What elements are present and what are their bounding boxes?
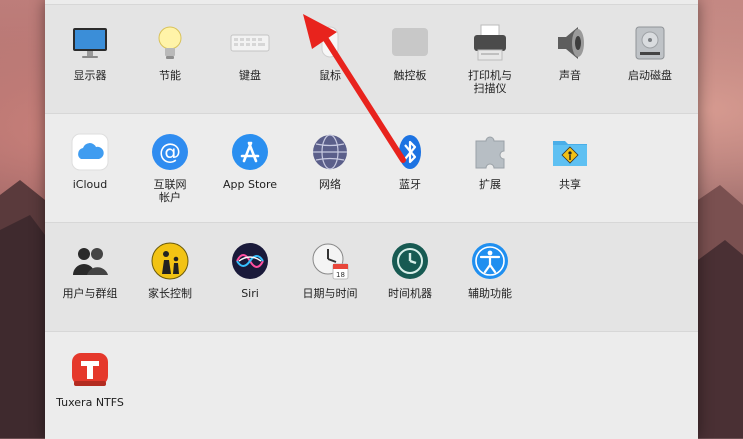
preferences-row-system: 用户与群组 家长控制 Siri 18 日期与时间 时间机器 辅助功能 (45, 222, 698, 331)
pref-pane-sharing[interactable]: 共享 (530, 120, 610, 191)
pref-pane-sound[interactable]: 声音 (530, 11, 610, 82)
pref-pane-display[interactable]: 显示器 (50, 11, 130, 82)
printer-icon (470, 23, 510, 63)
pref-pane-label: 蓝牙 (399, 178, 421, 191)
pref-pane-label: Siri (241, 287, 259, 300)
pref-pane-extensions[interactable]: 扩展 (450, 120, 530, 191)
pref-pane-startup-disk[interactable]: 启动磁盘 (610, 11, 690, 82)
globe-icon (310, 132, 350, 172)
pref-pane-label: 时间机器 (388, 287, 432, 300)
pref-pane-label: 节能 (159, 69, 181, 82)
clock-calendar-icon: 18 (310, 241, 350, 281)
pref-pane-label: 扩展 (479, 178, 501, 191)
system-preferences-window: 显示器 节能 键盘 鼠标 触控板 打印机与 扫描仪 声音 启动磁盘 iCloud @ 互联网 帐户… (45, 0, 698, 439)
sharing-folder-icon (550, 132, 590, 172)
parental-controls-icon (150, 241, 190, 281)
pref-pane-label: Tuxera NTFS (56, 396, 124, 409)
keyboard-icon (230, 23, 270, 63)
preferences-row-hardware: 显示器 节能 键盘 鼠标 触控板 打印机与 扫描仪 声音 启动磁盘 (45, 4, 698, 113)
pref-pane-label: 网络 (319, 178, 341, 191)
cloud-icon (70, 132, 110, 172)
mouse-icon (310, 23, 350, 63)
pref-pane-network[interactable]: 网络 (290, 120, 370, 191)
calendar-day-text: 18 (336, 271, 345, 279)
pref-pane-trackpad[interactable]: 触控板 (370, 11, 450, 82)
preferences-row-other: Tuxera NTFS (45, 331, 698, 439)
users-icon (70, 241, 110, 281)
pref-pane-label: 打印机与 扫描仪 (468, 69, 512, 95)
lightbulb-icon (150, 23, 190, 63)
pref-pane-icloud[interactable]: iCloud (50, 120, 130, 191)
pref-pane-date-time[interactable]: 18 日期与时间 (290, 229, 370, 300)
accessibility-icon (470, 241, 510, 281)
pref-pane-label: 键盘 (239, 69, 261, 82)
pref-pane-label: iCloud (72, 178, 108, 191)
pref-pane-label: 共享 (559, 178, 581, 191)
pref-pane-tuxera-ntfs[interactable]: Tuxera NTFS (50, 338, 130, 409)
pref-pane-mouse[interactable]: 鼠标 (290, 11, 370, 82)
pref-pane-users-groups[interactable]: 用户与群组 (50, 229, 130, 300)
pref-pane-label: App Store (222, 178, 278, 191)
pref-pane-label: 显示器 (73, 69, 107, 82)
pref-pane-label: 互联网 帐户 (153, 178, 187, 204)
pref-pane-label: 辅助功能 (468, 287, 512, 300)
pref-pane-bluetooth[interactable]: 蓝牙 (370, 120, 450, 191)
trackpad-icon (390, 23, 430, 63)
pref-pane-label: 鼠标 (319, 69, 341, 82)
pref-pane-label: 日期与时间 (302, 287, 358, 300)
tuxera-icon (70, 350, 110, 390)
hard-drive-icon (630, 23, 670, 63)
display-icon (70, 23, 110, 63)
siri-icon (230, 241, 270, 281)
pref-pane-app-store[interactable]: App Store (210, 120, 290, 191)
pref-pane-label: 用户与群组 (62, 287, 118, 300)
pref-pane-printers[interactable]: 打印机与 扫描仪 (450, 11, 530, 95)
pref-pane-parental-controls[interactable]: 家长控制 (130, 229, 210, 300)
pref-pane-label: 触控板 (393, 69, 427, 82)
at-sign-icon: @ (150, 132, 190, 172)
pref-pane-keyboard[interactable]: 键盘 (210, 11, 290, 82)
time-machine-icon (390, 241, 430, 281)
puzzle-icon (470, 132, 510, 172)
pref-pane-internet-accounts[interactable]: @ 互联网 帐户 (130, 120, 210, 204)
preferences-row-internet: iCloud @ 互联网 帐户 App Store 网络 蓝牙 扩展 共享 (45, 113, 698, 222)
pref-pane-accessibility[interactable]: 辅助功能 (450, 229, 530, 300)
app-store-icon (230, 132, 270, 172)
pref-pane-label: 家长控制 (148, 287, 192, 300)
pref-pane-label: 声音 (559, 69, 581, 82)
bluetooth-icon (390, 132, 430, 172)
pref-pane-siri[interactable]: Siri (210, 229, 290, 300)
pref-pane-label: 启动磁盘 (628, 69, 672, 82)
svg-text:@: @ (159, 140, 181, 165)
pref-pane-time-machine[interactable]: 时间机器 (370, 229, 450, 300)
pref-pane-energy[interactable]: 节能 (130, 11, 210, 82)
speaker-icon (550, 23, 590, 63)
